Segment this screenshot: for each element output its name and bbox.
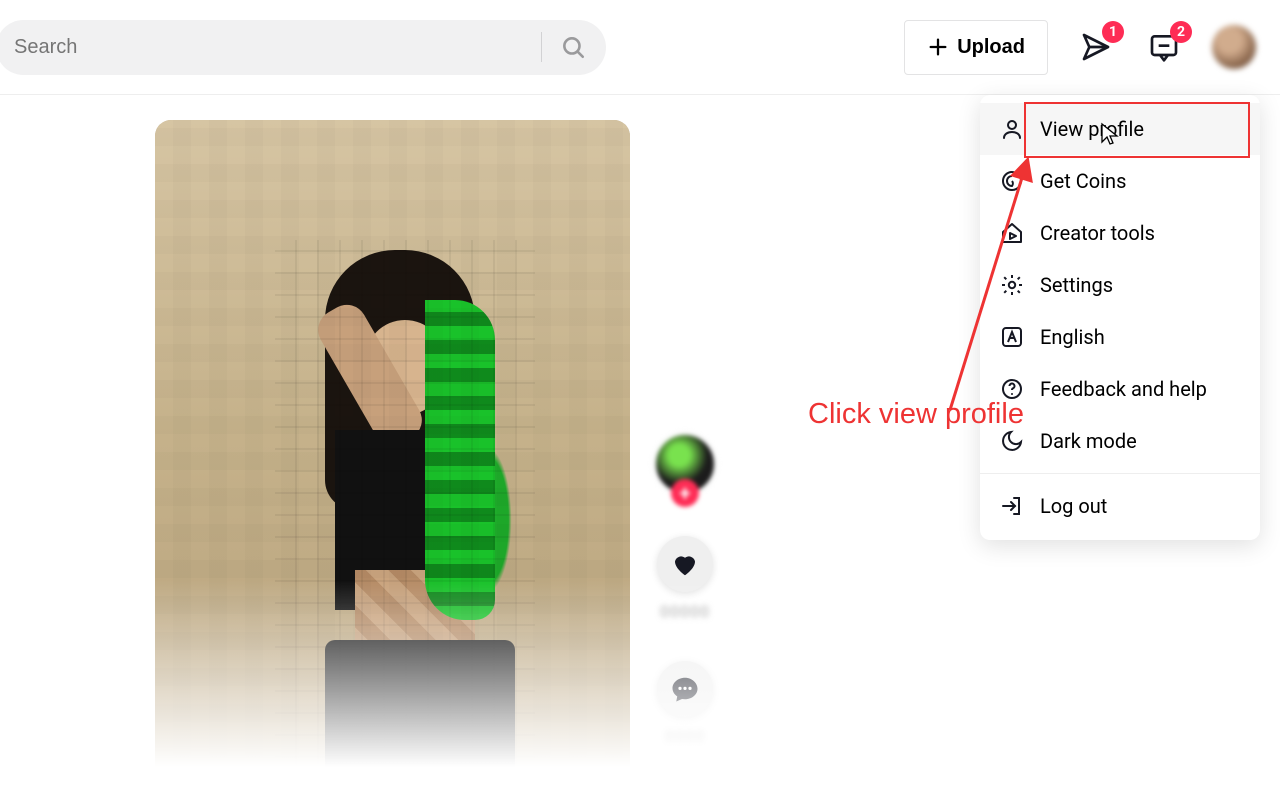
logout-icon [1000,494,1024,518]
menu-item-label: Feedback and help [1040,377,1207,401]
upload-label: Upload [957,36,1025,59]
menu-item-label: View profile [1040,117,1144,141]
header-bar: Upload 1 2 [0,0,1280,95]
inbox-button[interactable]: 2 [1144,27,1184,67]
search-box[interactable] [0,20,606,75]
video-player[interactable] [155,120,630,800]
search-input[interactable] [0,36,535,59]
menu-item-label: Get Coins [1040,169,1126,193]
menu-item-label: English [1040,325,1105,349]
messages-badge: 1 [1102,21,1124,43]
comment-icon [670,674,700,704]
menu-separator [980,473,1260,474]
plus-icon [927,36,949,58]
gear-icon [1000,273,1024,297]
profile-dropdown: View profile Get Coins Creator tools Set… [980,95,1260,540]
menu-language[interactable]: English [980,311,1260,363]
menu-item-label: Creator tools [1040,221,1155,245]
menu-item-label: Settings [1040,273,1113,297]
menu-item-label: Dark mode [1040,429,1137,453]
person-icon [1000,117,1024,141]
menu-creator-tools[interactable]: Creator tools [980,207,1260,259]
menu-get-coins[interactable]: Get Coins [980,155,1260,207]
search-button[interactable] [552,26,594,68]
menu-settings[interactable]: Settings [980,259,1260,311]
annotation-text: Click view profile [808,398,1024,431]
menu-view-profile[interactable]: View profile [980,103,1260,155]
follow-plus-button[interactable]: + [671,479,699,507]
comment-count: 0000 [665,727,705,746]
messages-button[interactable]: 1 [1076,27,1116,67]
coin-icon [1000,169,1024,193]
menu-logout[interactable]: Log out [980,480,1260,532]
like-button[interactable] [657,536,713,592]
search-icon [560,34,586,60]
search-divider [541,32,542,62]
moon-icon [1000,429,1024,453]
action-rail: + 00000 0000 [650,432,720,800]
creator-tools-icon [1000,221,1024,245]
like-count: 00000 [660,602,710,621]
upload-button[interactable]: Upload [904,20,1048,75]
profile-avatar[interactable] [1212,25,1256,69]
heart-icon [670,549,700,579]
inbox-badge: 2 [1170,21,1192,43]
bookmark-button[interactable] [657,786,713,800]
menu-item-label: Log out [1040,494,1107,518]
creator-avatar[interactable]: + [653,432,717,496]
language-icon [1000,325,1024,349]
comment-button[interactable] [657,661,713,717]
